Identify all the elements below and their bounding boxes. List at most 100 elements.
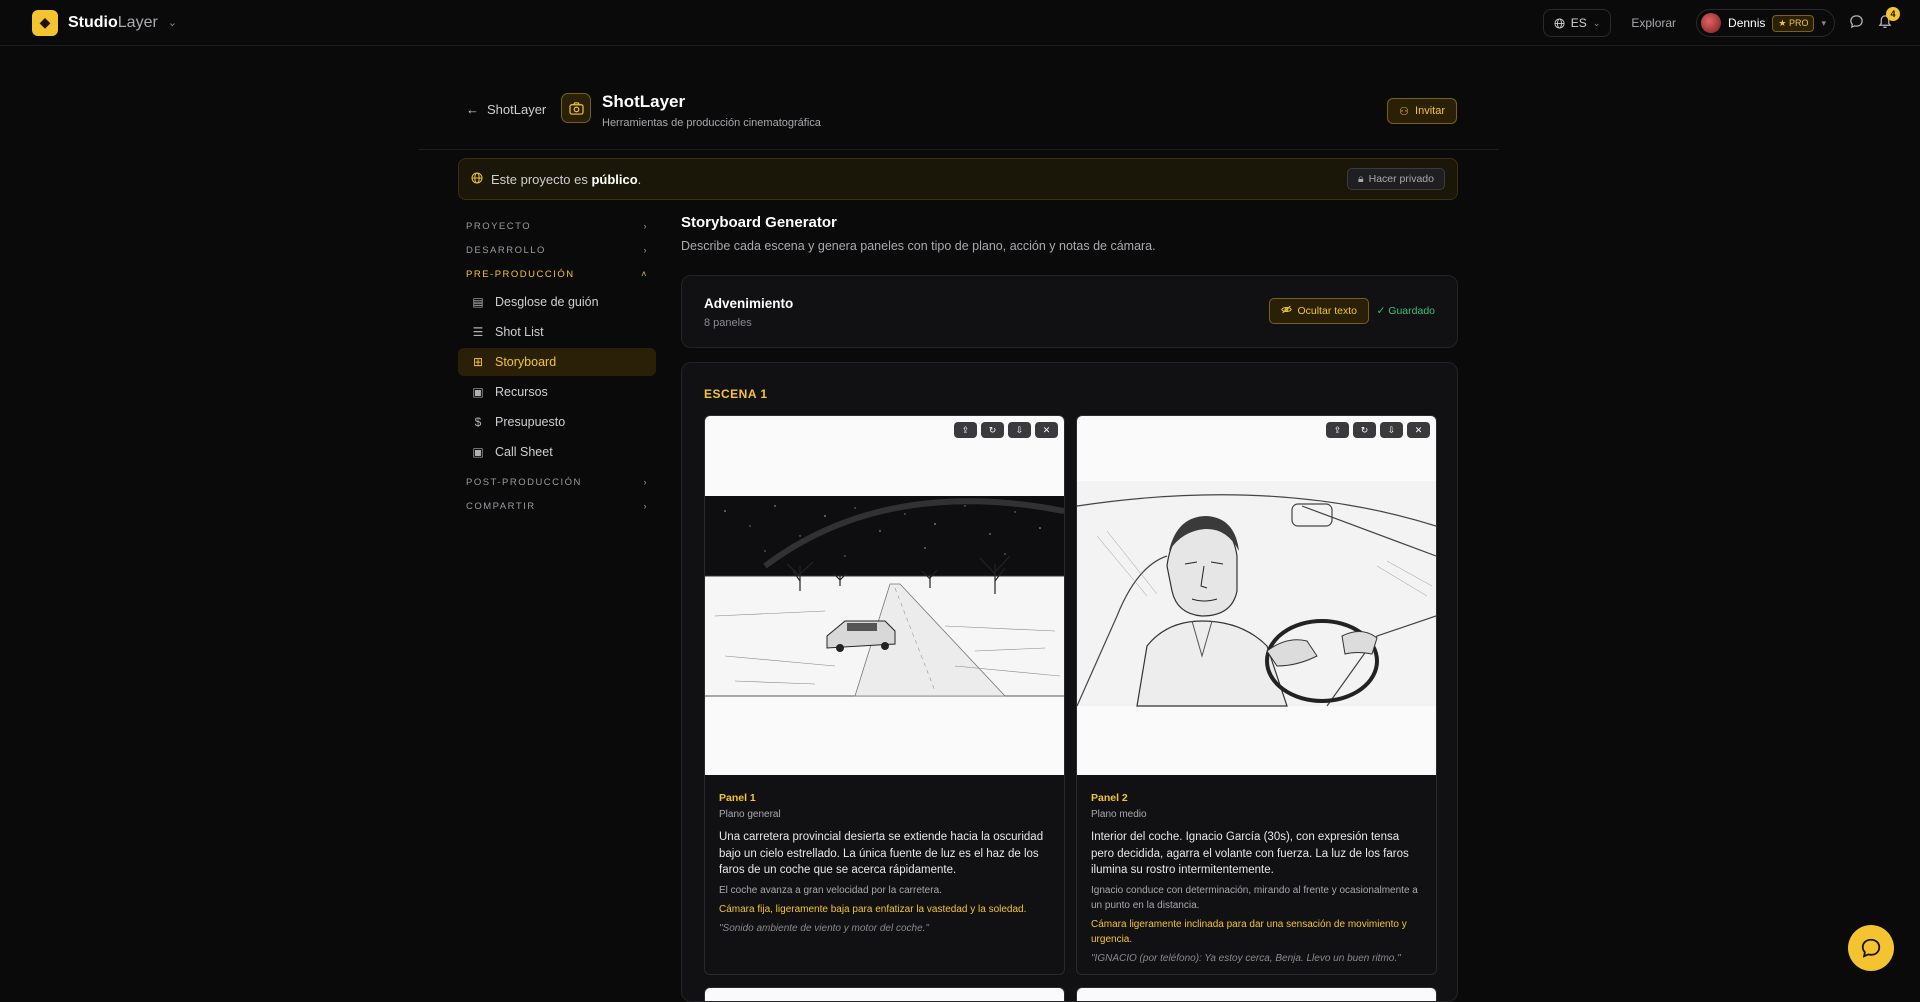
panel-shot-type: Plano medio — [1091, 809, 1147, 820]
storyboard-card: Advenimiento 8 paneles Ocultar texto ✓ G… — [681, 275, 1458, 348]
storyboard-panel — [704, 987, 1065, 1001]
lock-icon: 🔒︎ — [1358, 172, 1364, 185]
make-private-label: Hacer privado — [1368, 173, 1434, 185]
sidebar-section-desarrollo[interactable]: DESARROLLO › — [458, 238, 656, 262]
globe-icon — [1554, 17, 1565, 29]
sidebar-item-label: Shot List — [495, 325, 544, 339]
chevron-up-icon: ˄ — [641, 269, 648, 279]
saved-status: ✓ Guardado — [1376, 305, 1435, 317]
upload-icon[interactable]: ⇪ — [954, 422, 977, 438]
visibility-text: Este proyecto es público. — [491, 172, 641, 187]
document-icon: ▤ — [472, 295, 484, 309]
sidebar-section-preproduccion[interactable]: PRE-PRODUCCIÓN ˄ — [458, 262, 656, 286]
hide-text-label: Ocultar texto — [1297, 305, 1357, 317]
chevron-right-icon: › — [643, 221, 648, 231]
storyboard-name: Advenimiento — [704, 296, 794, 311]
invite-label: Invitar — [1415, 105, 1445, 117]
section-label: POST-PRODUCCIÓN — [466, 476, 582, 488]
panel-description: Una carretera provincial desierta se ext… — [719, 831, 1044, 876]
sidebar-item-label: Storyboard — [495, 355, 557, 369]
sidebar-item-label: Desglose de guión — [495, 295, 599, 309]
sidebar-item-label: Presupuesto — [495, 415, 566, 429]
sidebar-section-postproduccion[interactable]: POST-PRODUCCIÓN › — [458, 470, 656, 494]
page-subtitle: Herramientas de producción cinematográfi… — [602, 117, 821, 129]
project-header: ← ShotLayer ShotLayer Herramientas de pr… — [418, 88, 1499, 150]
driver-sketch — [1077, 481, 1436, 707]
panel-tools: ⇪ ↻ ⇩ ✕ — [954, 422, 1058, 438]
section-label: PRE-PRODUCCIÓN — [466, 268, 575, 280]
sidebar-section-compartir[interactable]: COMPARTIR › — [458, 494, 656, 518]
pro-badge: ★ PRO — [1772, 14, 1815, 32]
brand-name[interactable]: StudioLayer — [68, 14, 158, 32]
close-icon[interactable]: ✕ — [1407, 422, 1430, 438]
upload-icon[interactable]: ⇪ — [1326, 422, 1349, 438]
back-link[interactable]: ← ShotLayer — [466, 102, 546, 117]
sidebar-item-storyboard[interactable]: ⊞ Storyboard — [458, 348, 656, 376]
sidebar-section-proyecto[interactable]: PROYECTO › — [458, 214, 656, 238]
download-icon[interactable]: ⇩ — [1008, 422, 1031, 438]
panel-camera-notes: Cámara fija, ligeramente baja para enfat… — [719, 903, 1027, 915]
panel-shot-type: Plano general — [719, 809, 781, 820]
visibility-prefix: Este proyecto es — [491, 171, 592, 187]
main-content: Storyboard Generator Describe cada escen… — [681, 214, 1459, 1002]
clipboard-icon: ▣ — [472, 385, 484, 399]
close-icon[interactable]: ✕ — [1035, 422, 1058, 438]
chat-icon — [1861, 938, 1881, 958]
chat-icon[interactable] — [1849, 14, 1864, 33]
storyboard-panel — [1076, 987, 1437, 1001]
sidebar-item-label: Recursos — [495, 385, 548, 399]
section-label: PROYECTO — [466, 220, 532, 232]
chevron-down-icon[interactable]: ⌄ — [168, 16, 177, 29]
storyboard-panel: ⇪ ↻ ⇩ ✕ Panel 2 Plano medio Interior del… — [1076, 415, 1437, 975]
language-selector[interactable]: ES ⌄ — [1542, 9, 1612, 37]
section-title: Storyboard Generator — [681, 214, 837, 231]
explore-link[interactable]: Explorar — [1625, 16, 1682, 30]
logo-icon[interactable]: ◆ — [32, 9, 58, 36]
regenerate-icon[interactable]: ↻ — [981, 422, 1004, 438]
avatar — [1701, 13, 1722, 33]
back-label: ShotLayer — [487, 102, 547, 117]
hide-text-button[interactable]: Ocultar texto — [1269, 298, 1369, 324]
top-bar: ◆ StudioLayer ⌄ ES ⌄ Explorar Dennis ★ P… — [0, 0, 1920, 46]
section-subtitle: Describe cada escena y genera paneles co… — [681, 239, 1156, 253]
download-icon[interactable]: ⇩ — [1380, 422, 1403, 438]
sidebar-item-shot-list[interactable]: ☰ Shot List — [458, 318, 656, 346]
section-label: DESARROLLO — [466, 244, 546, 256]
brand-bold: Studio — [68, 13, 118, 31]
top-right-controls: ES ⌄ Explorar Dennis ★ PRO ▾ 4 — [1542, 6, 1900, 37]
language-label: ES — [1570, 16, 1587, 30]
panel-audio: "IGNACIO (por teléfono): Ya estoy cerca,… — [1091, 952, 1401, 964]
regenerate-icon[interactable]: ↻ — [1353, 422, 1376, 438]
storyboard-panel: ⇪ ↻ ⇩ ✕ Panel 1 Plano general Una carret… — [704, 415, 1065, 975]
camera-icon — [561, 93, 591, 123]
user-name: Dennis — [1728, 16, 1766, 30]
sidebar: PROYECTO › DESARROLLO › PRE-PRODUCCIÓN ˄ ▤ D… — [458, 214, 656, 518]
sidebar-item-label: Call Sheet — [495, 445, 553, 459]
sidebar-item-call-sheet[interactable]: ▣ Call Sheet — [458, 438, 656, 466]
panel-name: Panel 2 — [1091, 792, 1128, 804]
panel-text: Panel 1 Plano general Una carretera prov… — [719, 792, 1051, 936]
grid-icon: ⊞ — [472, 355, 484, 369]
panel-audio: "Sonido ambiente de viento y motor del c… — [719, 922, 929, 934]
panel-text: Panel 2 Plano medio Interior del coche. … — [1091, 792, 1423, 966]
chevron-right-icon: › — [643, 245, 648, 255]
visibility-state: público — [591, 171, 638, 187]
sidebar-item-recursos[interactable]: ▣ Recursos — [458, 378, 656, 406]
section-label: COMPARTIR — [466, 500, 536, 512]
invite-button[interactable]: ⚇ Invitar — [1387, 98, 1457, 124]
sidebar-item-presupuesto[interactable]: $ Presupuesto — [458, 408, 656, 436]
desert-road-sketch — [705, 496, 1064, 697]
make-private-button[interactable]: 🔒︎ Hacer privado — [1347, 168, 1445, 190]
brand-light: Layer — [117, 13, 158, 31]
page-title: ShotLayer — [602, 92, 686, 111]
chevron-down-icon: ▾ — [1821, 17, 1826, 28]
clipboard-icon: ▣ — [472, 445, 484, 459]
chat-button[interactable] — [1848, 925, 1894, 971]
notification-count: 4 — [1886, 6, 1900, 21]
panel-action: El coche avanza a gran velocidad por la … — [719, 884, 942, 896]
scene-card: ESCENA 1 ⇪ ↻ ⇩ ✕ Panel 1 Plano general U… — [681, 362, 1458, 1002]
bell-icon[interactable]: 4 — [1878, 6, 1900, 33]
user-menu[interactable]: Dennis ★ PRO ▾ — [1696, 9, 1835, 37]
sidebar-item-desglose[interactable]: ▤ Desglose de guión — [458, 288, 656, 316]
visibility-banner: Este proyecto es público. 🔒︎ Hacer priva… — [458, 158, 1458, 200]
